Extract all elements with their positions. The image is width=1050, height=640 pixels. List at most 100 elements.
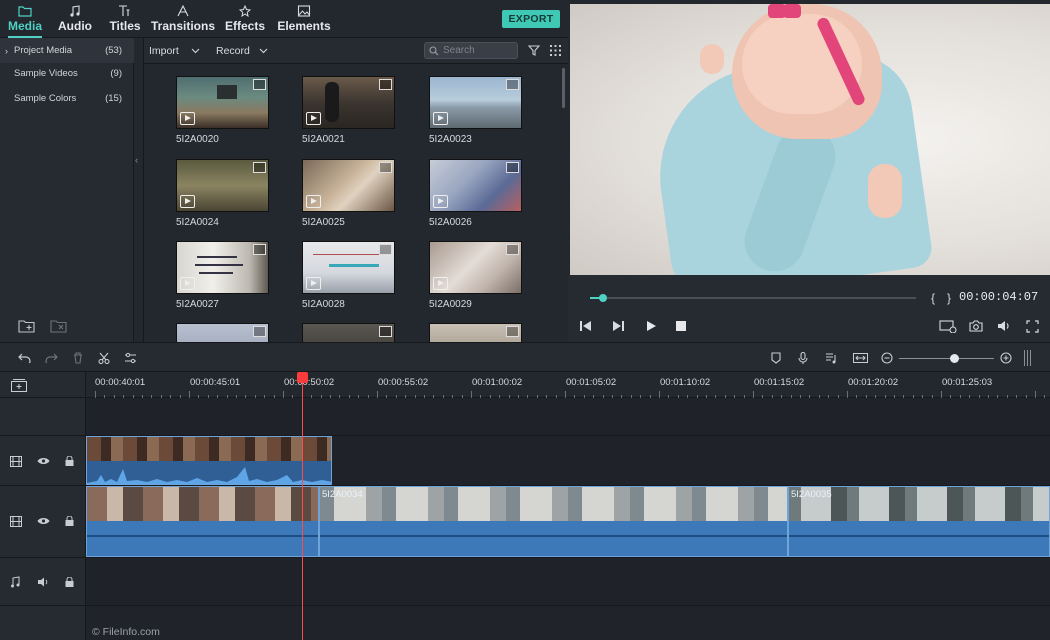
tab-titles[interactable]: Titles xyxy=(104,0,146,38)
delete-folder-icon[interactable] xyxy=(50,319,68,333)
ruler-label: 00:00:55:02 xyxy=(378,377,429,388)
delete-icon[interactable] xyxy=(73,352,83,364)
media-thumbnail[interactable] xyxy=(429,76,522,129)
film-icon xyxy=(379,326,392,337)
zoom-slider[interactable] xyxy=(899,354,994,363)
record-button[interactable]: Record xyxy=(216,45,250,57)
display-settings-icon[interactable] xyxy=(939,320,957,333)
media-thumbnail[interactable] xyxy=(429,323,522,342)
volume-icon[interactable] xyxy=(997,320,1011,332)
add-track-row xyxy=(0,372,86,398)
transition-icon xyxy=(177,5,189,17)
tab-audio[interactable]: Audio xyxy=(56,0,94,38)
zoom-in-icon[interactable] xyxy=(1000,352,1012,364)
grid-view-icon[interactable] xyxy=(550,45,561,56)
zoom-out-icon[interactable] xyxy=(881,352,893,364)
add-track-icon[interactable] xyxy=(11,379,27,392)
scrubber-handle[interactable] xyxy=(599,294,608,302)
video-clip[interactable]: 5I2A0035 xyxy=(788,486,1050,557)
timeline-toolbar xyxy=(0,342,1050,372)
track-header-empty xyxy=(0,398,86,436)
video-clip[interactable] xyxy=(86,486,319,557)
cut-icon[interactable] xyxy=(98,352,110,364)
ruler-label: 00:01:00:02 xyxy=(472,377,523,388)
add-folder-icon[interactable] xyxy=(18,319,36,333)
redo-icon[interactable] xyxy=(45,353,58,363)
media-thumbnail[interactable] xyxy=(176,76,269,129)
undo-icon[interactable] xyxy=(18,353,31,363)
search-input[interactable] xyxy=(443,44,515,57)
tab-transitions[interactable]: Transitions xyxy=(151,0,215,38)
ruler-label: 00:01:20:02 xyxy=(848,377,899,388)
tab-media[interactable]: Media xyxy=(4,0,46,38)
track-lane-empty xyxy=(86,398,1050,436)
video-clip-icon xyxy=(306,277,321,290)
play-pause-icon[interactable] xyxy=(612,321,624,331)
film-icon xyxy=(10,456,22,467)
effects-icon xyxy=(238,5,252,17)
tab-effects[interactable]: Effects xyxy=(222,0,268,38)
marker-icon[interactable] xyxy=(771,352,781,364)
stop-icon[interactable] xyxy=(676,321,686,331)
fit-timeline-icon[interactable] xyxy=(853,353,868,363)
import-button[interactable]: Import xyxy=(149,45,179,57)
playhead[interactable] xyxy=(302,372,303,640)
zoom-slider-handle[interactable] xyxy=(950,354,960,363)
film-icon xyxy=(506,244,519,255)
filter-icon[interactable] xyxy=(528,45,540,56)
lock-icon[interactable] xyxy=(65,516,74,526)
mark-out-icon[interactable]: } xyxy=(947,291,951,305)
play-icon[interactable] xyxy=(646,321,656,331)
media-thumbnail[interactable] xyxy=(302,241,395,294)
film-icon xyxy=(253,162,266,173)
adjust-icon[interactable] xyxy=(124,352,137,364)
video-clip[interactable] xyxy=(86,436,332,485)
media-thumbnail[interactable] xyxy=(302,76,395,129)
microphone-icon[interactable] xyxy=(798,352,808,364)
eye-icon[interactable] xyxy=(37,517,50,525)
sidebar-item-sample-colors[interactable]: Sample Colors (15) xyxy=(0,86,134,111)
clip-name: 5I2A0035 xyxy=(791,489,832,500)
panel-collapse-handle[interactable]: ‹ xyxy=(134,38,144,342)
export-button[interactable]: EXPORT xyxy=(502,10,560,28)
eye-icon[interactable] xyxy=(37,457,50,465)
speaker-icon[interactable] xyxy=(37,577,50,587)
media-thumbnail[interactable] xyxy=(429,159,522,212)
lock-icon[interactable] xyxy=(65,577,74,587)
playback-scrubber[interactable] xyxy=(590,294,916,302)
sidebar-item-sample-videos[interactable]: Sample Videos (9) xyxy=(0,61,134,86)
tab-elements[interactable]: Elements xyxy=(276,0,332,38)
tab-effects-label: Effects xyxy=(224,19,265,33)
timeline-tracks: 5I2A0034 5I2A0035 xyxy=(86,398,1050,640)
sidebar-item-count: (9) xyxy=(110,68,122,79)
media-scrollbar[interactable] xyxy=(562,68,565,108)
search-box[interactable] xyxy=(424,42,518,59)
sidebar-item-project-media[interactable]: › Project Media (53) xyxy=(0,38,134,63)
previous-frame-icon[interactable] xyxy=(580,321,592,331)
timeline-ruler[interactable]: 00:00:40:01 00:00:45:01 00:00:50:02 00:0… xyxy=(86,372,1050,398)
film-icon xyxy=(379,244,392,255)
track-header-audio xyxy=(0,558,86,606)
audio-mixer-icon[interactable] xyxy=(825,352,837,364)
tab-audio-label: Audio xyxy=(58,19,92,33)
playhead-handle[interactable] xyxy=(297,372,308,383)
ruler-tick xyxy=(95,391,96,398)
fullscreen-icon[interactable] xyxy=(1026,320,1039,333)
media-thumbnail[interactable] xyxy=(176,241,269,294)
lock-icon[interactable] xyxy=(65,456,74,466)
media-thumbnail-label: 5I2A0029 xyxy=(429,299,472,310)
video-clip[interactable]: 5I2A0034 xyxy=(319,486,788,557)
media-thumbnail[interactable] xyxy=(176,323,269,342)
media-thumbnail[interactable] xyxy=(176,159,269,212)
media-thumbnail[interactable] xyxy=(302,323,395,342)
tab-titles-label: Titles xyxy=(109,19,141,33)
snapshot-icon[interactable] xyxy=(969,320,983,332)
ruler-tick xyxy=(377,391,378,398)
mark-in-icon[interactable]: { xyxy=(931,291,935,305)
ruler-tick xyxy=(565,391,566,398)
panel-grip-icon[interactable] xyxy=(1024,350,1032,366)
search-icon xyxy=(429,46,439,56)
media-thumbnail[interactable] xyxy=(302,159,395,212)
playback-controls: { } xyxy=(568,275,1050,342)
media-thumbnail[interactable] xyxy=(429,241,522,294)
